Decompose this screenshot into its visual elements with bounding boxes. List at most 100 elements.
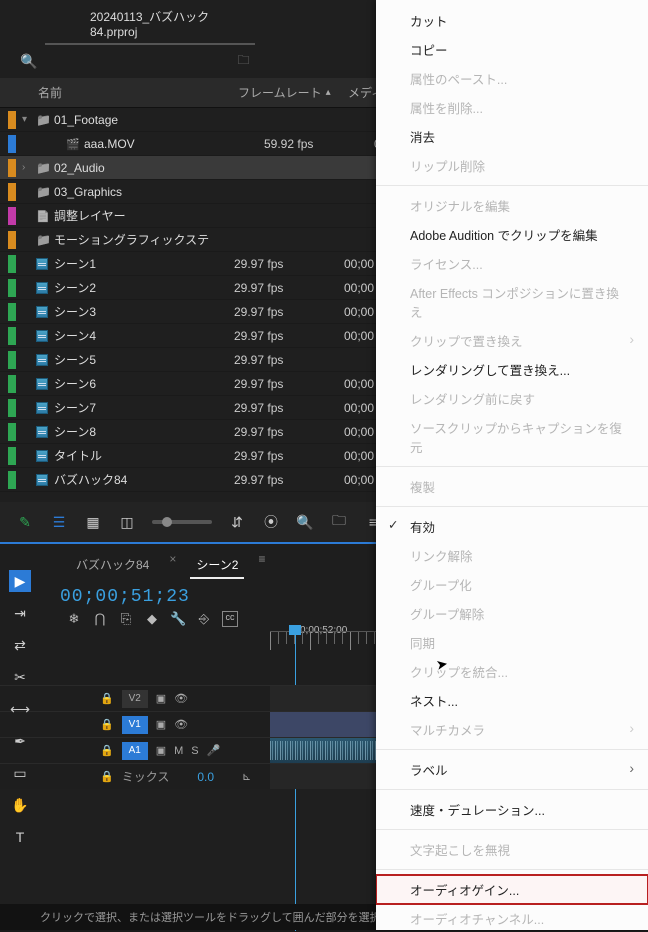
row-fps: 29.97 fps [234,353,344,367]
magnet-icon[interactable]: ⋂ [92,611,108,627]
menu-item[interactable]: レンダリングして置き換え... [376,355,648,384]
wrench-icon[interactable]: 🔧 [170,611,186,627]
selection-tool-icon[interactable]: ▶ [9,570,31,592]
auto-icon[interactable]: ⦿ [262,513,280,531]
ripple-tool-icon[interactable]: ⇄ [9,634,31,656]
col-name[interactable]: 名前 [8,84,238,101]
snap-icon[interactable]: ❄ [66,611,82,627]
mix-meter-icon[interactable]: ⊾ [242,770,251,783]
pen-tool-icon[interactable]: ✒ [9,730,31,752]
row-fps: 29.97 fps [234,305,344,319]
row-name: シーン2 [54,279,234,296]
mute-m[interactable]: M [174,745,183,757]
row-fps: 29.97 fps [234,473,344,487]
toggle-output-icon[interactable]: ▣ [156,744,166,757]
label-swatch [8,303,16,321]
sequence-icon [36,402,54,414]
tab-menu-icon[interactable]: ≡ [258,552,265,579]
tab-scene2[interactable]: シーン2 [190,552,244,579]
track-select-tool-icon[interactable]: ⇥ [9,602,31,624]
toggle-output-icon[interactable]: ▣ [156,692,166,705]
slip-tool-icon[interactable]: ⟷ [9,698,31,720]
folder-icon [36,185,54,199]
lock-icon[interactable]: 🔒 [100,718,114,731]
label-swatch [8,399,16,417]
menu-item: マルチカメラ [376,715,648,744]
label-swatch [8,183,16,201]
list-view-icon[interactable]: ☰ [50,513,68,531]
cc-icon[interactable]: cc [222,611,238,627]
row-name: モーショングラフィックステ [54,231,234,248]
playhead-timecode[interactable]: 00;00;51;23 [60,587,190,607]
new-bin-icon[interactable]: 🗀 [330,513,348,531]
linked-sel-icon[interactable]: ⎘ [118,611,134,627]
menu-item[interactable]: カット [376,6,648,35]
razor-tool-icon[interactable]: ✂ [9,666,31,688]
hand-tool-icon[interactable]: ✋ [9,794,31,816]
sequence-icon [36,258,54,270]
type-tool-icon[interactable]: T [9,826,31,848]
row-fps: 29.97 fps [234,377,344,391]
label-swatch [8,423,16,441]
mouse-cursor-icon: ➤ [435,655,450,674]
folder-icon [36,161,54,175]
sequence-icon [36,426,54,438]
find-icon[interactable]: 🔍 [296,513,314,531]
track-label-v2[interactable]: V2 [122,690,148,708]
track-label-v1[interactable]: V1 [122,716,148,734]
menu-item[interactable]: Adobe Audition でクリップを編集 [376,220,648,249]
menu-item[interactable]: ラベル [376,755,648,784]
pencil-icon[interactable]: ✎ [16,513,34,531]
solo-s[interactable]: S [191,745,198,757]
row-name: 01_Footage [54,113,234,127]
zoom-slider[interactable] [152,520,212,524]
thumb-view-icon[interactable]: ▦ [84,513,102,531]
row-media: 00;00 [344,377,374,391]
lock-icon[interactable]: 🔒 [100,744,114,757]
row-name: バズハック84 [54,471,234,488]
label-swatch [8,111,16,129]
row-media: 00;00 [344,305,374,319]
tab-main-seq[interactable]: バズハック84 [70,552,155,579]
col-framerate[interactable]: フレームレート ▴ [238,84,348,101]
menu-item[interactable]: ネスト... [376,686,648,715]
mic-icon[interactable]: 🎤 [207,744,221,757]
lock-icon[interactable]: 🔒 [100,770,114,783]
menu-item[interactable]: 消去 [376,122,648,151]
lock-icon[interactable]: 🔒 [100,692,114,705]
label-swatch [8,231,16,249]
row-fps: 29.97 fps [234,425,344,439]
search-icon[interactable]: 🔍 [20,53,37,70]
row-name: タイトル [54,447,234,464]
bin-icon[interactable]: 🗀 [237,51,249,72]
track-label-a1[interactable]: A1 [122,742,148,760]
menu-separator [376,789,648,790]
menu-separator [376,506,648,507]
sort-icon[interactable]: ⇵ [228,513,246,531]
freeform-view-icon[interactable]: ◫ [118,513,136,531]
disclosure-arrow-icon[interactable]: ▾ [22,114,36,125]
eye-icon[interactable]: 👁 [174,692,188,705]
disclosure-arrow-icon[interactable]: › [22,162,36,173]
row-fps: 29.97 fps [234,401,344,415]
row-fps: 29.97 fps [234,281,344,295]
mix-value[interactable]: 0.0 [197,770,214,784]
menu-item: リンク解除 [376,541,648,570]
menu-item[interactable]: オーディオゲイン... [376,875,648,904]
insert-icon[interactable]: ⎆ [196,611,212,627]
timeline-tools: ▶ ⇥ ⇄ ✂ ⟷ ✒ ▭ ✋ T [6,570,34,848]
row-media: 00;00 [344,449,374,463]
menu-item: クリップで置き換え [376,326,648,355]
label-swatch [8,135,16,153]
menu-item[interactable]: コピー [376,35,648,64]
toggle-output-icon[interactable]: ▣ [156,718,166,731]
menu-item[interactable]: 有効 [376,512,648,541]
sequence-icon [36,450,54,462]
menu-item: オリジナルを編集 [376,191,648,220]
row-name: 02_Audio [54,161,234,175]
folder-icon [36,113,54,127]
eye-icon[interactable]: 👁 [174,718,188,731]
menu-item[interactable]: 速度・デュレーション... [376,795,648,824]
marker-icon[interactable]: ◆ [144,611,160,627]
rect-tool-icon[interactable]: ▭ [9,762,31,784]
